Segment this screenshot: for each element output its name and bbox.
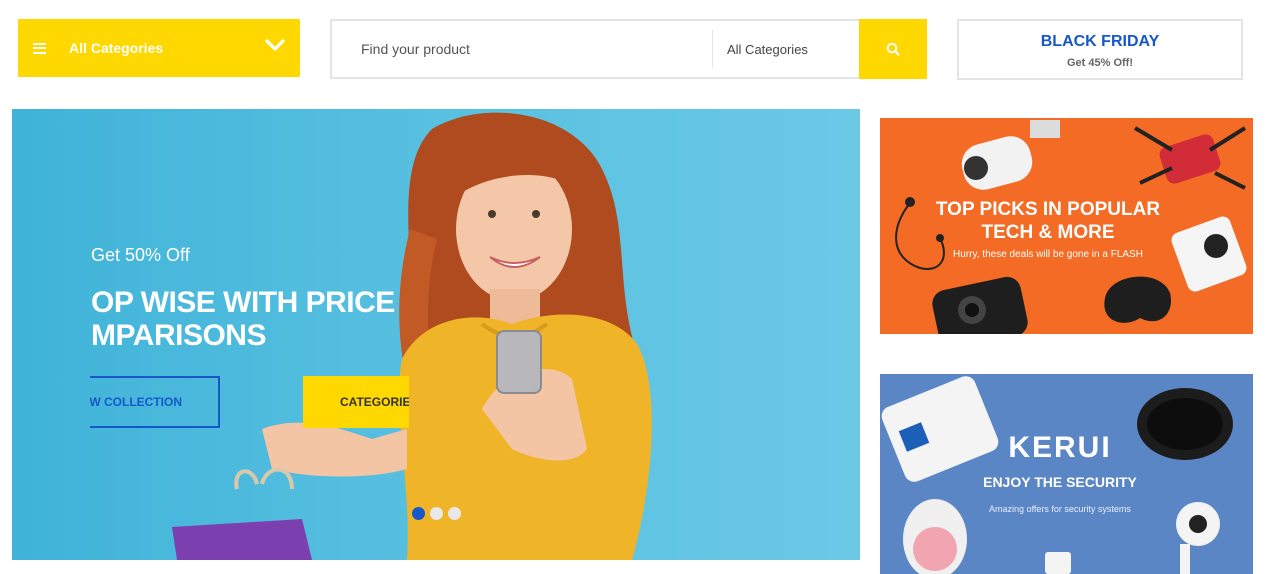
tech-banner-subtitle: Hurry, these deals will be gone in a FLA… xyxy=(953,249,1143,260)
security-promo-banner[interactable]: KERUI ENJOY THE SECURITY Amazing offers … xyxy=(880,374,1253,574)
search-input[interactable] xyxy=(332,21,712,77)
search-icon xyxy=(886,42,900,56)
tech-banner-title: TOP PICKS IN POPULAR TECH & MORE xyxy=(880,198,1216,244)
hero-headline: OP WISE WITH PRICE MPARISONS xyxy=(91,286,411,352)
chevron-down-icon xyxy=(265,39,285,51)
slider-dots xyxy=(412,507,461,520)
all-categories-label: All Categories xyxy=(69,40,164,56)
security-banner-title: ENJOY THE SECURITY xyxy=(983,474,1137,490)
black-friday-promo[interactable]: BLACK FRIDAY Get 45% Off! xyxy=(957,19,1243,80)
slider-dot-3[interactable] xyxy=(448,507,461,520)
search-bar: All Categories xyxy=(330,19,927,79)
kerui-logo: KERUI xyxy=(1008,431,1112,464)
hero-headline-line2: MPARISONS xyxy=(91,319,266,352)
search-button[interactable] xyxy=(859,19,927,79)
all-categories-button[interactable]: All Categories xyxy=(18,19,300,77)
black-friday-title: BLACK FRIDAY xyxy=(1040,33,1160,50)
slider-dot-1[interactable] xyxy=(412,507,425,520)
hero-slider: Get 50% Off OP WISE WITH PRICE MPARISONS… xyxy=(12,109,860,560)
tech-banner-title-line2: TECH & MORE xyxy=(981,222,1115,243)
security-banner-subtitle: Amazing offers for security systems xyxy=(989,504,1131,514)
search-category-value: All Categories xyxy=(727,41,808,57)
black-friday-subtitle: Get 45% Off! xyxy=(1066,57,1133,69)
hero-headline-line1: OP WISE WITH PRICE xyxy=(91,286,395,319)
hero-offer-text: Get 50% Off xyxy=(91,245,190,265)
slider-dot-2[interactable] xyxy=(430,507,443,520)
categories-button[interactable]: CATEGORIE xyxy=(303,376,409,428)
tech-banner-title-line1: TOP PICKS IN POPULAR xyxy=(935,199,1161,220)
tech-promo-banner[interactable]: TOP PICKS IN POPULAR TECH & MORE Hurry, … xyxy=(880,118,1253,334)
menu-icon xyxy=(33,42,46,54)
view-collection-button[interactable]: W COLLECTION xyxy=(90,376,220,428)
